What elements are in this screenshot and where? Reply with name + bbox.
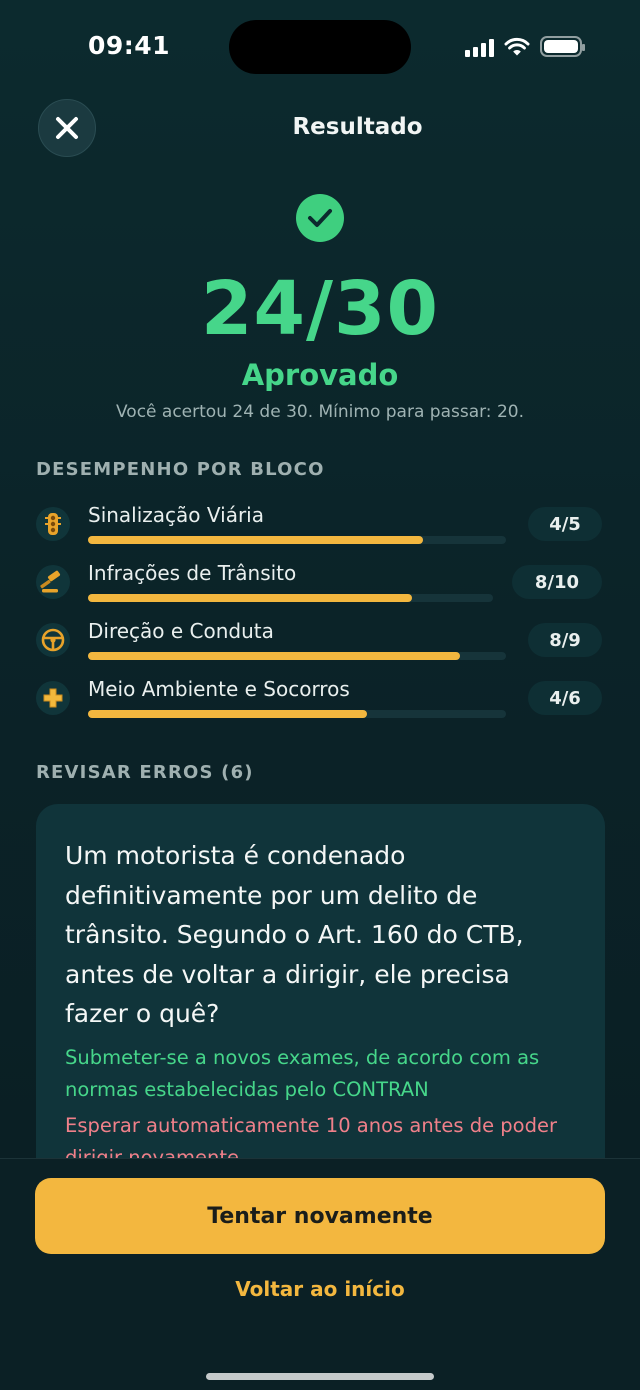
gavel-icon bbox=[36, 565, 70, 599]
dynamic-island bbox=[229, 20, 411, 74]
steering-wheel-icon bbox=[36, 623, 70, 657]
result-summary: Você acertou 24 de 30. Mínimo para passa… bbox=[116, 402, 524, 422]
block-score-badge: 8/9 bbox=[528, 623, 602, 657]
cellular-signal-icon bbox=[465, 37, 494, 57]
block-row-meio-ambiente[interactable]: Meio Ambiente e Socorros 4/6 bbox=[36, 677, 606, 729]
check-circle-icon bbox=[296, 194, 344, 242]
section-title-review: REVISAR ERROS (6) bbox=[36, 762, 254, 783]
status-icons bbox=[465, 36, 585, 57]
block-row-direcao[interactable]: Direção e Conduta 8/9 bbox=[36, 619, 606, 671]
block-score-badge: 4/5 bbox=[528, 507, 602, 541]
correct-answer: Submeter-se a novos exames, de acordo co… bbox=[65, 1046, 540, 1101]
block-label: Sinalização Viária bbox=[88, 503, 264, 527]
block-progress-track bbox=[88, 652, 506, 660]
block-progress-track bbox=[88, 594, 493, 602]
page-title: Resultado bbox=[292, 114, 423, 140]
home-indicator bbox=[206, 1373, 434, 1380]
score-value: 24/30 bbox=[201, 266, 439, 352]
first-aid-cross-icon bbox=[36, 681, 70, 715]
review-question-card[interactable]: Um motorista é condenado definitivamente… bbox=[36, 804, 605, 1204]
block-progress-track bbox=[88, 710, 506, 718]
battery-icon bbox=[540, 36, 585, 57]
block-progress-track bbox=[88, 536, 506, 544]
question-text: Um motorista é condenado definitivamente… bbox=[65, 841, 524, 1028]
block-label: Meio Ambiente e Socorros bbox=[88, 677, 350, 701]
block-progress-bar bbox=[88, 536, 423, 544]
block-progress-bar bbox=[88, 594, 412, 602]
traffic-light-icon bbox=[36, 507, 70, 541]
block-progress-bar bbox=[88, 710, 367, 718]
block-score-badge: 4/6 bbox=[528, 681, 602, 715]
status-time: 09:41 bbox=[88, 31, 171, 60]
block-label: Direção e Conduta bbox=[88, 619, 274, 643]
wifi-icon bbox=[504, 37, 530, 55]
block-row-sinalizacao[interactable]: Sinalização Viária 4/5 bbox=[36, 503, 606, 555]
block-score-badge: 8/10 bbox=[512, 565, 602, 599]
bottom-action-panel: Tentar novamente Voltar ao início bbox=[0, 1158, 640, 1390]
retry-button[interactable]: Tentar novamente bbox=[35, 1178, 605, 1254]
block-progress-bar bbox=[88, 652, 460, 660]
section-title-performance: DESEMPENHO POR BLOCO bbox=[36, 459, 325, 480]
block-row-infracoes[interactable]: Infrações de Trânsito 8/10 bbox=[36, 561, 606, 613]
status-bar: 09:41 bbox=[0, 0, 640, 90]
pass-status: Aprovado bbox=[241, 358, 399, 392]
back-home-link[interactable]: Voltar ao início bbox=[0, 1277, 640, 1301]
block-label: Infrações de Trânsito bbox=[88, 561, 297, 585]
